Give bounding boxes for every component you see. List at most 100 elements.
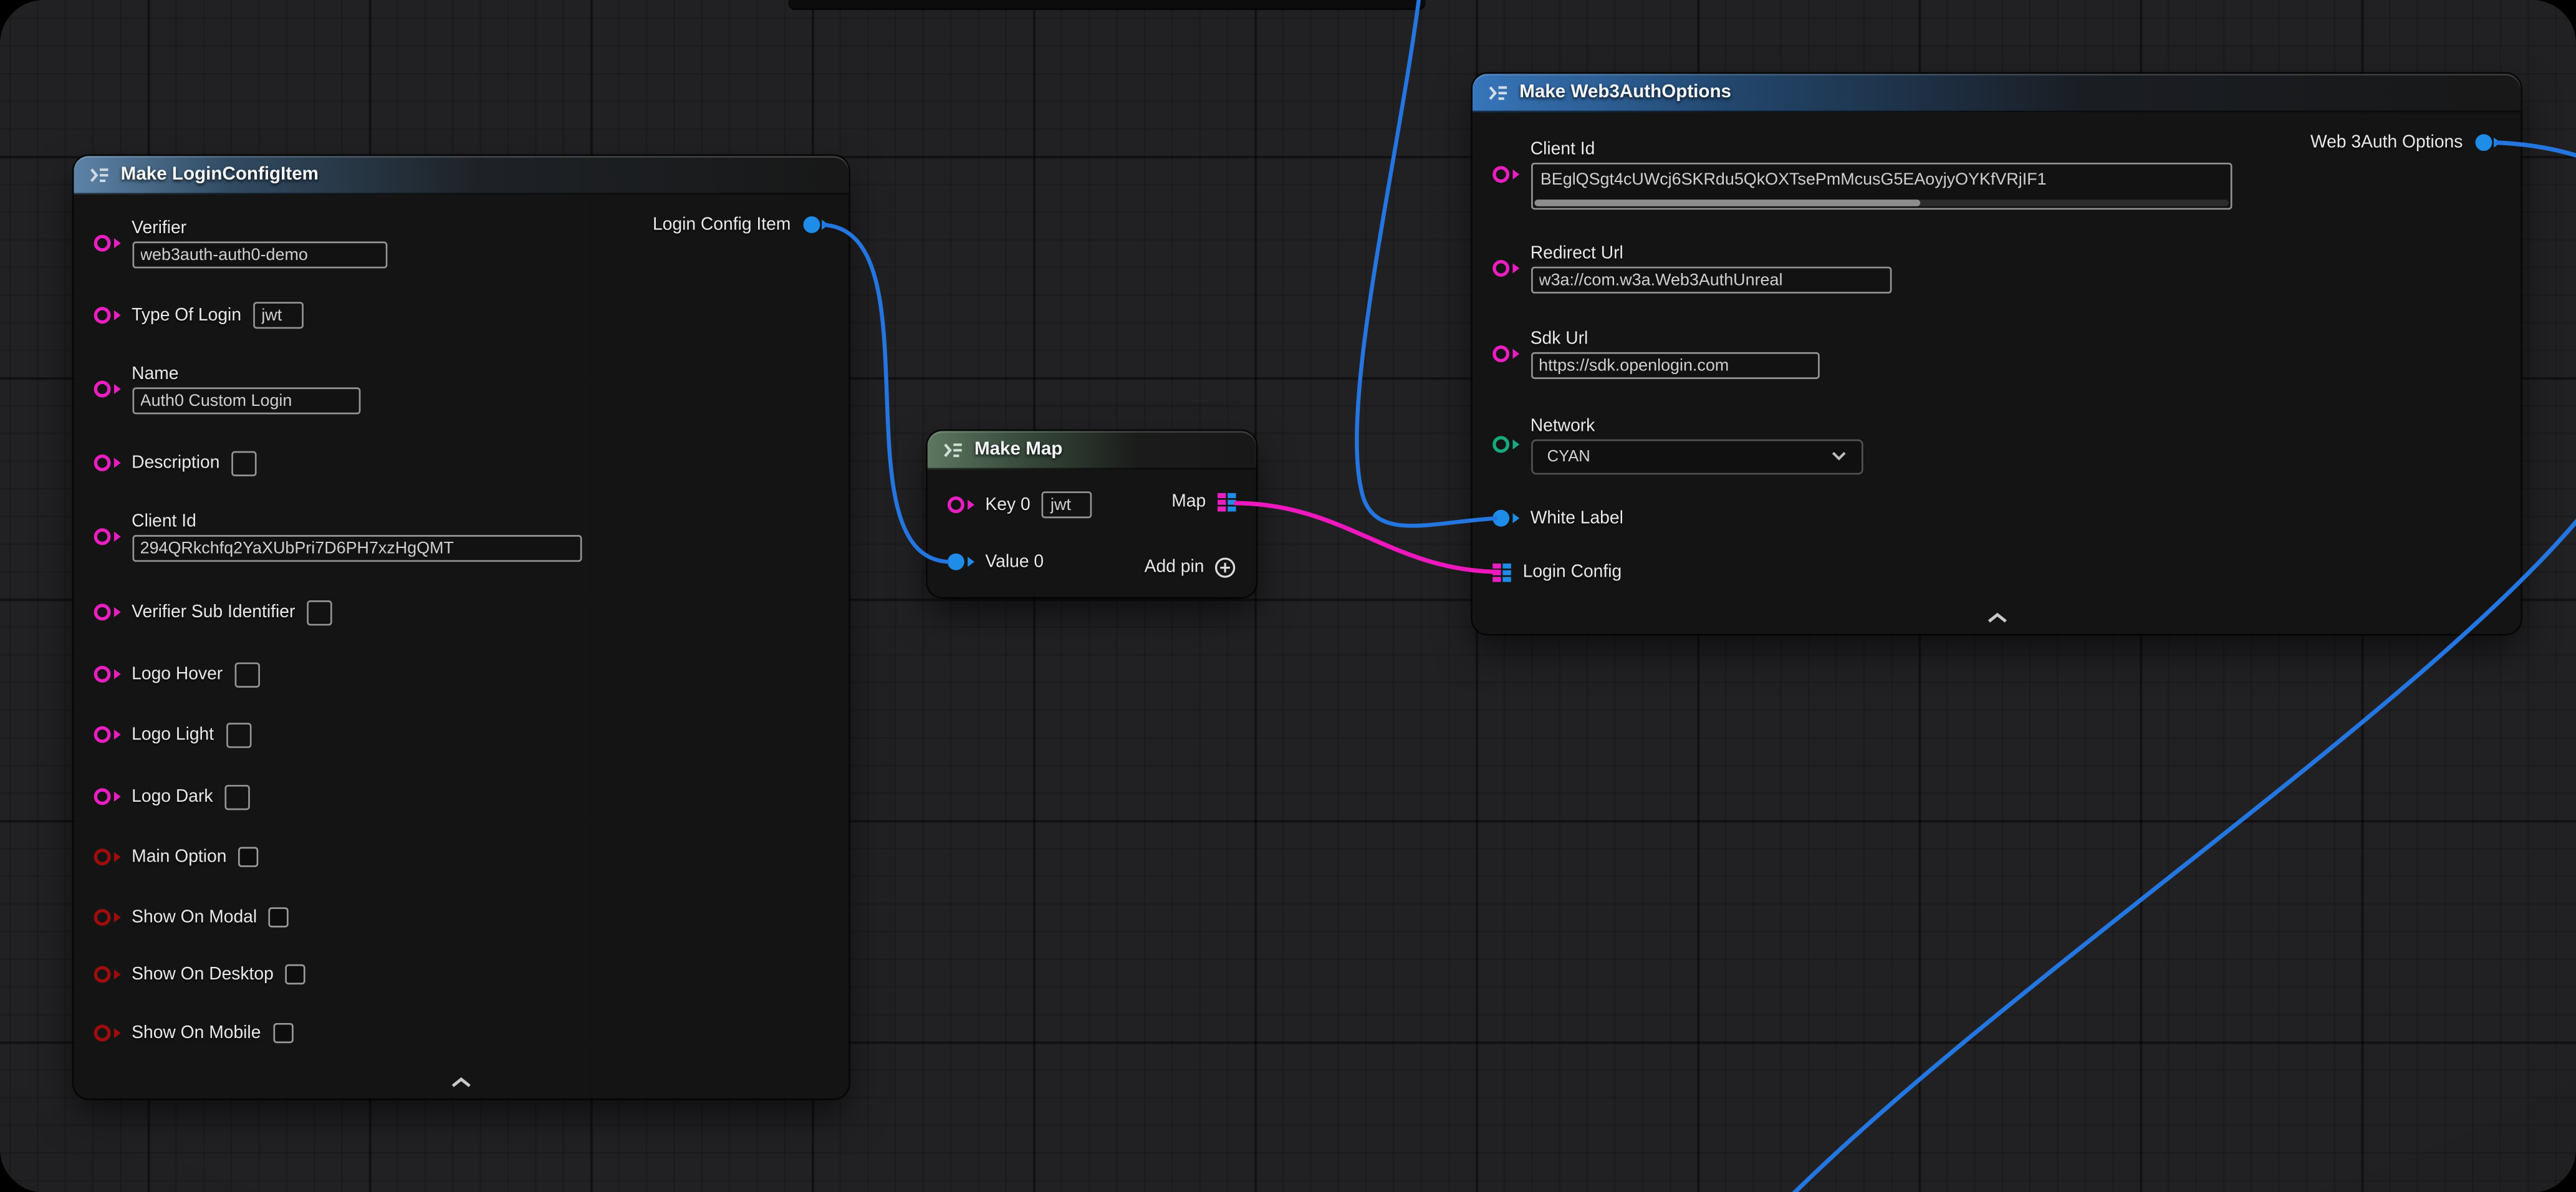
client-id-pin[interactable] xyxy=(94,528,120,545)
key-0-pin[interactable] xyxy=(948,496,974,513)
verifier-pin[interactable] xyxy=(94,235,120,252)
login-config-label: Login Config xyxy=(1523,562,1622,582)
pin-row-show-on-desktop: Show On Desktop xyxy=(94,959,305,989)
node-title: Make Map xyxy=(974,440,1062,459)
main-option-checkbox[interactable] xyxy=(238,847,258,867)
pin-row-main-option: Main Option xyxy=(94,842,259,872)
pin-row-client-id: Client Id xyxy=(94,506,581,567)
client-id-scroll-track xyxy=(1534,199,2228,206)
main-option-pin[interactable] xyxy=(94,848,120,865)
pin-row-show-on-mobile: Show On Mobile xyxy=(94,1018,293,1048)
show-on-mobile-checkbox[interactable] xyxy=(272,1023,292,1043)
client-id-label: Client Id xyxy=(132,511,581,531)
logo-light-input[interactable] xyxy=(226,722,251,747)
sdk-url-input[interactable] xyxy=(1531,352,1819,379)
w3a-client-id-label: Client Id xyxy=(1531,139,2231,159)
output-row-web3auth-options: Web 3Auth Options xyxy=(2310,127,2501,157)
verifier-label: Verifier xyxy=(132,218,387,238)
sdk-url-pin[interactable] xyxy=(1492,345,1519,362)
blueprint-editor: Make LoginConfigItem Login Config Item V… xyxy=(0,0,2576,1192)
pin-row-logo-dark: Logo Dark xyxy=(94,782,250,812)
logo-hover-label: Logo Hover xyxy=(132,664,223,684)
w3a-client-id-pin[interactable] xyxy=(1492,166,1519,183)
pin-row-logo-hover: Logo Hover xyxy=(94,659,260,689)
node-header-make-loginconfigitem[interactable]: Make LoginConfigItem xyxy=(74,156,848,195)
blueprint-canvas[interactable]: Make LoginConfigItem Login Config Item V… xyxy=(0,0,2576,1192)
node-title: Make Web3AuthOptions xyxy=(1519,82,1731,102)
show-on-desktop-pin[interactable] xyxy=(94,966,120,983)
main-option-label: Main Option xyxy=(132,847,226,867)
network-pin[interactable] xyxy=(1492,436,1519,453)
show-on-modal-pin[interactable] xyxy=(94,909,120,926)
map-output-pin[interactable] xyxy=(1218,493,1236,511)
collapse-node-button[interactable] xyxy=(1971,605,2022,629)
node-make-web3authoptions[interactable]: Make Web3AuthOptions Web 3Auth Options C… xyxy=(1473,74,2521,633)
pin-row-description: Description xyxy=(94,448,257,478)
wire-map-to-loginconfig[interactable] xyxy=(1234,503,1501,572)
node-header-make-map[interactable]: Make Map xyxy=(928,431,1256,469)
network-selected-value: CYAN xyxy=(1547,447,1590,466)
map-output-label: Map xyxy=(1171,491,1206,511)
redirect-url-pin[interactable] xyxy=(1492,260,1519,277)
name-input[interactable] xyxy=(132,387,360,414)
logo-dark-label: Logo Dark xyxy=(132,787,213,807)
pin-row-show-on-modal: Show On Modal xyxy=(94,902,289,932)
white-label-label: White Label xyxy=(1531,508,1623,528)
key-0-label: Key 0 xyxy=(985,495,1030,515)
type-of-login-label: Type Of Login xyxy=(132,305,241,325)
w3a-client-id-inputbox xyxy=(1531,163,2231,209)
pin-row-network: Network CYAN xyxy=(1492,411,1862,478)
value-0-label: Value 0 xyxy=(985,552,1044,572)
logo-light-label: Logo Light xyxy=(132,724,214,744)
pin-row-redirect-url: Redirect Url xyxy=(1492,238,1891,299)
pin-row-w3a-client-id: Client Id xyxy=(1492,134,2231,214)
description-input[interactable] xyxy=(231,450,256,475)
plus-circle-icon xyxy=(1214,556,1236,578)
output-pin-label: Login Config Item xyxy=(653,214,791,234)
pin-row-verifier-sub-identifier: Verifier Sub Identifier xyxy=(94,597,332,627)
description-label: Description xyxy=(132,453,219,473)
show-on-mobile-label: Show On Mobile xyxy=(132,1023,261,1043)
verifier-sub-identifier-label: Verifier Sub Identifier xyxy=(132,602,295,622)
pin-row-type-of-login: Type Of Login xyxy=(94,300,304,330)
redirect-url-input[interactable] xyxy=(1531,267,1891,294)
verifier-sub-identifier-pin[interactable] xyxy=(94,603,120,620)
node-make-map[interactable]: Make Map Key 0 Map xyxy=(928,431,1256,597)
logo-hover-input[interactable] xyxy=(234,661,259,686)
web3auth-options-output-label: Web 3Auth Options xyxy=(2310,133,2463,153)
make-struct-icon xyxy=(89,163,111,185)
pin-row-key-0: Key 0 xyxy=(948,490,1092,520)
name-label: Name xyxy=(132,364,360,384)
name-pin[interactable] xyxy=(94,381,120,398)
node-title: Make LoginConfigItem xyxy=(121,165,319,185)
collapse-node-button[interactable] xyxy=(436,1070,486,1093)
logo-hover-pin[interactable] xyxy=(94,666,120,683)
make-struct-icon xyxy=(1487,81,1509,103)
show-on-mobile-pin[interactable] xyxy=(94,1025,120,1042)
node-header-make-web3authoptions[interactable]: Make Web3AuthOptions xyxy=(1473,74,2521,112)
client-id-scrollbar[interactable] xyxy=(1534,199,1920,206)
description-pin[interactable] xyxy=(94,454,120,471)
show-on-modal-checkbox[interactable] xyxy=(269,907,289,927)
add-pin-button[interactable]: Add pin xyxy=(1145,556,1236,578)
type-of-login-pin[interactable] xyxy=(94,307,120,324)
node-make-loginconfigitem[interactable]: Make LoginConfigItem Login Config Item V… xyxy=(74,156,848,1098)
client-id-input[interactable] xyxy=(132,535,581,562)
type-of-login-input[interactable] xyxy=(253,302,304,329)
pin-row-logo-light: Logo Light xyxy=(94,719,251,749)
key-0-input[interactable] xyxy=(1042,491,1093,518)
show-on-desktop-checkbox[interactable] xyxy=(286,964,305,984)
offscreen-node-bottom-edge[interactable] xyxy=(788,0,1425,8)
logo-dark-pin[interactable] xyxy=(94,788,120,805)
verifier-sub-identifier-input[interactable] xyxy=(307,600,332,625)
add-pin-label: Add pin xyxy=(1145,557,1204,577)
pin-row-sdk-url: Sdk Url xyxy=(1492,324,1819,384)
redirect-url-label: Redirect Url xyxy=(1531,243,1891,263)
value-0-pin[interactable] xyxy=(948,554,974,570)
pin-row-white-label: White Label xyxy=(1492,503,1623,533)
logo-light-pin[interactable] xyxy=(94,726,120,743)
logo-dark-input[interactable] xyxy=(224,784,249,809)
sdk-url-label: Sdk Url xyxy=(1531,329,1819,348)
network-dropdown[interactable]: CYAN xyxy=(1531,438,1863,473)
verifier-input[interactable] xyxy=(132,241,387,268)
